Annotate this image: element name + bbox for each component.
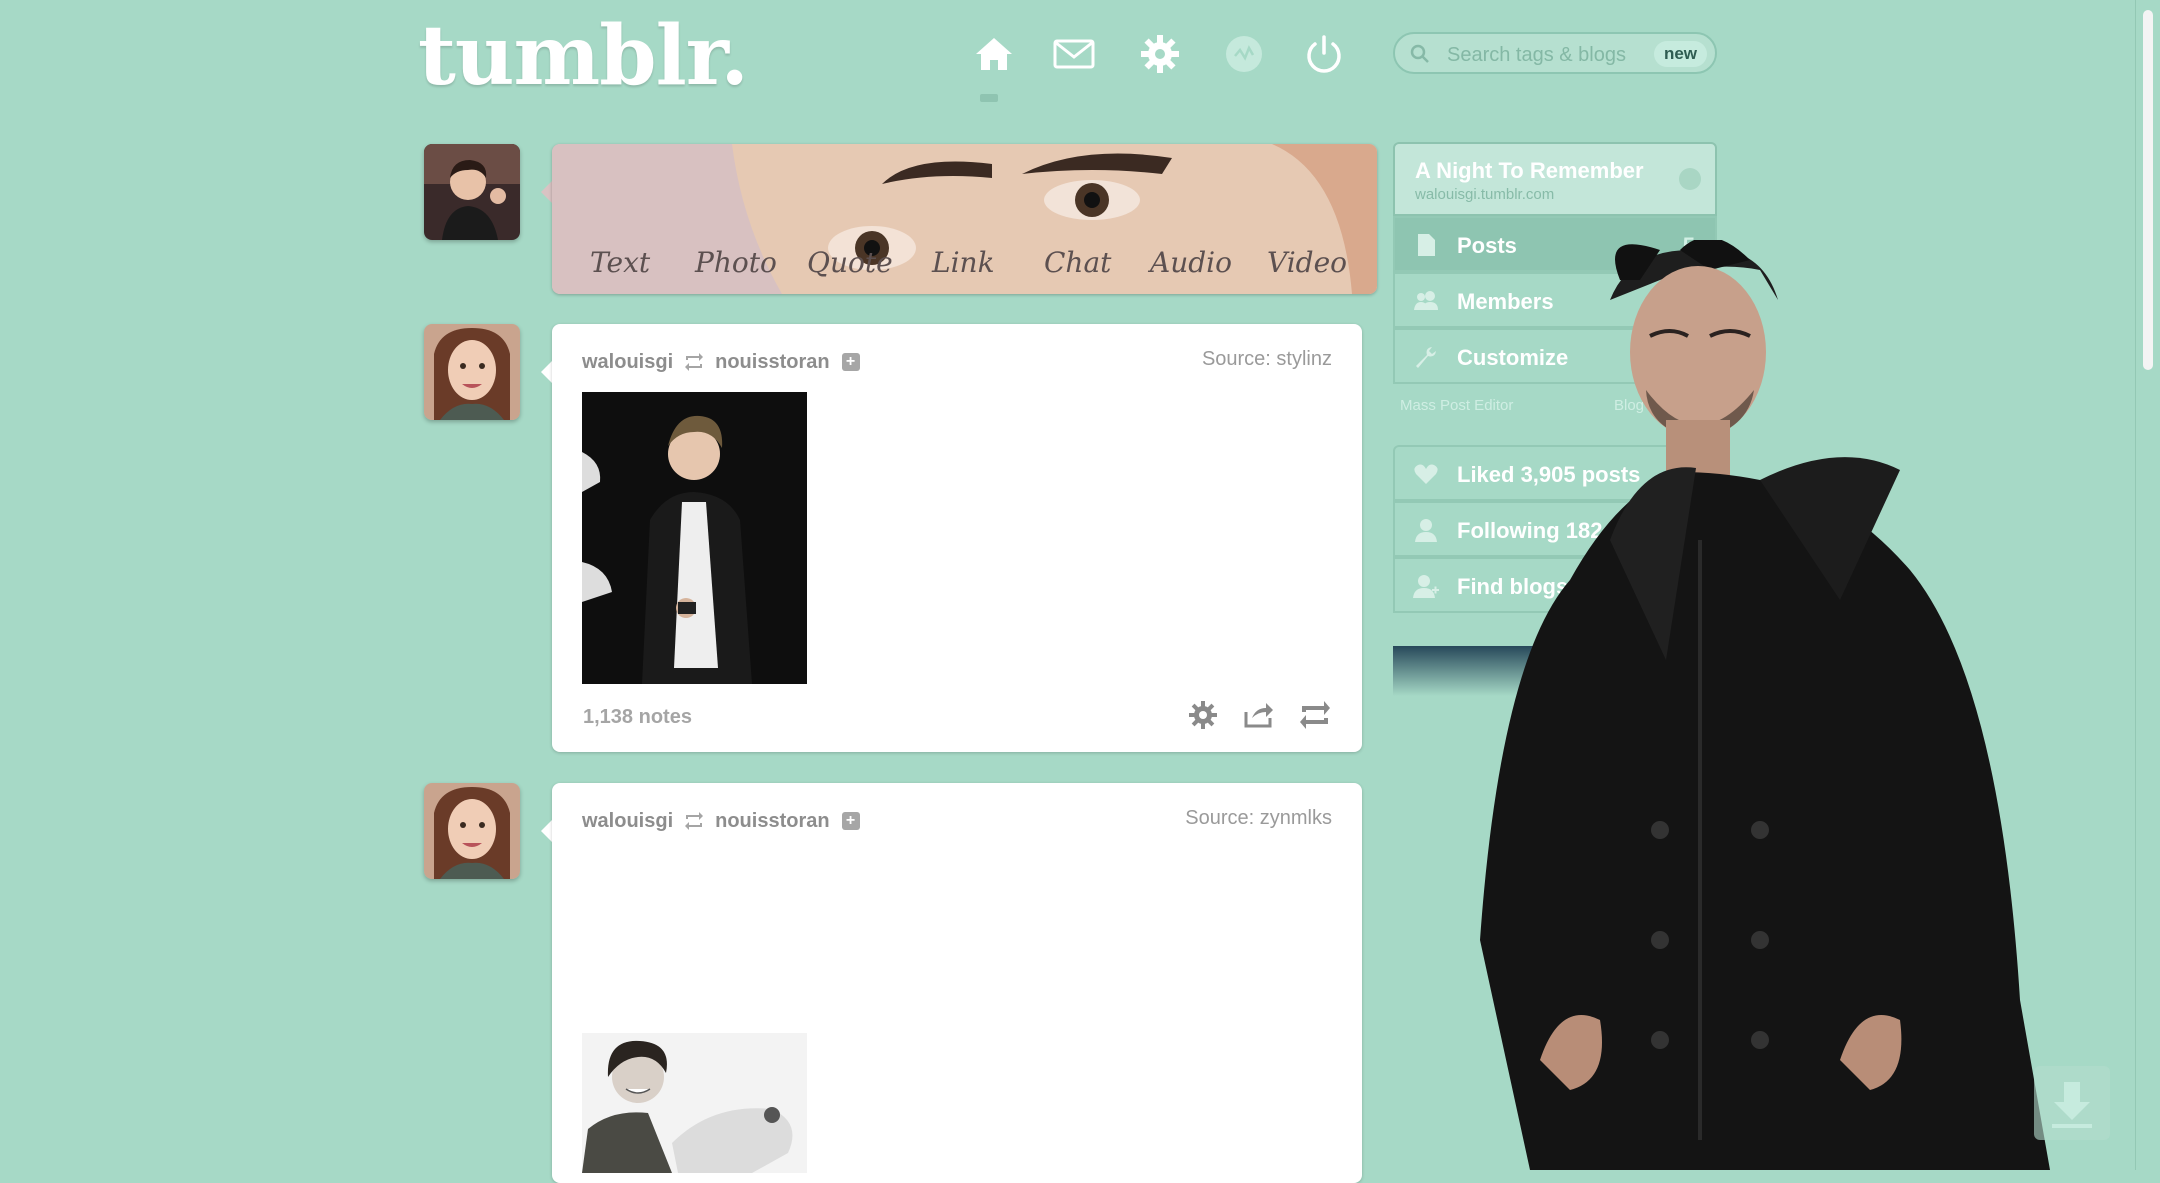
activity-icon[interactable] <box>1218 28 1270 80</box>
reblogged-from[interactable]: nouisstoran <box>715 351 829 374</box>
post-type-photo[interactable]: Photo <box>695 246 777 279</box>
chevron-down-icon[interactable] <box>1679 168 1701 190</box>
wrench-icon <box>1416 347 1436 368</box>
blog-selector[interactable]: A Night To Remember walouisgi.tumblr.com <box>1393 142 1717 216</box>
post-author[interactable]: walouisgi <box>582 351 673 374</box>
theme-poster-image <box>1460 237 2080 1170</box>
post-avatar[interactable] <box>424 783 520 879</box>
home-indicator <box>980 94 998 102</box>
person-icon <box>1415 519 1437 542</box>
post-type-video[interactable]: Video <box>1267 246 1347 279</box>
post-card: walouisgi nouisstoran + Source: stylinz … <box>552 324 1362 752</box>
follow-icon[interactable]: + <box>841 353 860 371</box>
home-icon[interactable] <box>968 28 1020 80</box>
post-avatar[interactable] <box>424 324 520 420</box>
post-composer: Text Photo Quote Link Chat Audio Video <box>552 144 1377 294</box>
post-type-quote[interactable]: Quote <box>807 246 893 279</box>
document-icon <box>1418 234 1435 256</box>
download-icon[interactable] <box>2034 1066 2110 1140</box>
post-photo[interactable] <box>582 1033 807 1173</box>
post-type-audio[interactable]: Audio <box>1150 246 1232 279</box>
gear-icon[interactable] <box>1134 28 1186 80</box>
mail-icon[interactable] <box>1048 28 1100 80</box>
post-source[interactable]: Source: stylinz <box>1202 348 1332 371</box>
reblog-icon[interactable] <box>1298 698 1332 732</box>
blog-title: A Night To Remember <box>1415 158 1644 183</box>
post-card: walouisgi nouisstoran + Source: zynmlks <box>552 783 1362 1183</box>
user-avatar[interactable] <box>424 144 520 240</box>
post-author[interactable]: walouisgi <box>582 810 673 833</box>
gear-icon[interactable] <box>1186 698 1220 732</box>
add-person-icon <box>1413 575 1439 598</box>
tumblr-logo[interactable]: tumblr. <box>418 8 749 104</box>
scrollbar[interactable] <box>2135 0 2160 1170</box>
search-input[interactable] <box>1445 40 1649 70</box>
post-type-link[interactable]: Link <box>932 246 995 279</box>
power-icon[interactable] <box>1298 28 1350 80</box>
reblog-icon <box>685 353 704 371</box>
heart-icon <box>1414 464 1438 484</box>
blog-url: walouisgi.tumblr.com <box>1415 186 1555 203</box>
members-icon <box>1414 291 1438 310</box>
share-icon[interactable] <box>1242 698 1276 732</box>
search-box[interactable]: new <box>1393 32 1717 74</box>
post-type-chat[interactable]: Chat <box>1044 246 1111 279</box>
post-source[interactable]: Source: zynmlks <box>1185 807 1332 830</box>
new-badge: new <box>1653 41 1707 67</box>
follow-icon[interactable]: + <box>841 812 860 830</box>
post-photo[interactable] <box>582 392 807 684</box>
scrollbar-thumb[interactable] <box>2143 10 2153 370</box>
search-icon <box>1410 44 1429 63</box>
post-notes[interactable]: 1,138 notes <box>583 706 692 729</box>
reblog-icon <box>685 812 704 830</box>
reblogged-from[interactable]: nouisstoran <box>715 810 829 833</box>
post-type-text[interactable]: Text <box>590 246 650 279</box>
